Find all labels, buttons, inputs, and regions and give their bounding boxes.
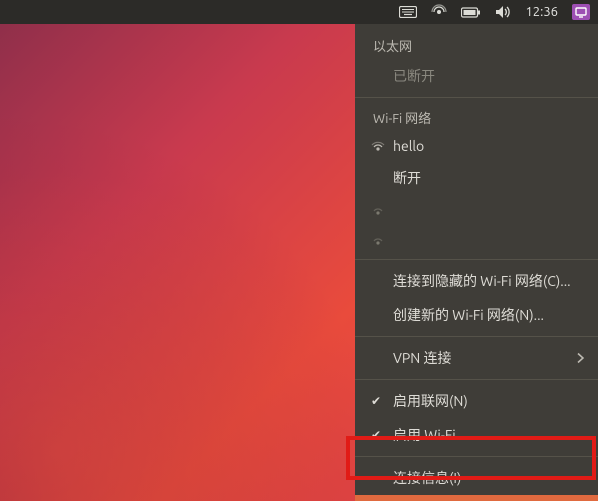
menu-separator	[355, 259, 598, 260]
network-icon[interactable]	[431, 4, 447, 20]
wifi-empty-2	[355, 225, 598, 255]
menu-separator	[355, 336, 598, 337]
wifi-network-hello[interactable]: hello	[355, 131, 598, 161]
connection-info[interactable]: 连接信息(I)	[355, 461, 598, 495]
menu-separator	[355, 97, 598, 98]
wifi-network-label: hello	[393, 138, 424, 154]
wifi-header: Wi-Fi 网络	[355, 102, 598, 131]
session-icon[interactable]	[572, 4, 590, 20]
menu-separator	[355, 456, 598, 457]
top-panel: 12:36	[0, 0, 598, 24]
menu-separator	[355, 379, 598, 380]
wifi-disconnect[interactable]: 断开	[355, 161, 598, 195]
network-menu: 以太网 已断开 Wi-Fi 网络 hello 断开 连接到隐藏的 Wi-Fi 网…	[355, 24, 598, 501]
create-new-wifi[interactable]: 创建新的 Wi-Fi 网络(N)...	[355, 298, 598, 332]
wifi-signal-icon	[371, 139, 385, 153]
wifi-empty-1	[355, 195, 598, 225]
volume-icon[interactable]	[495, 5, 511, 19]
clock[interactable]: 12:36	[525, 5, 558, 19]
vpn-label: VPN 连接	[393, 350, 451, 366]
chevron-right-icon	[577, 353, 584, 364]
connect-hidden-wifi[interactable]: 连接到隐藏的 Wi-Fi 网络(C)...	[355, 264, 598, 298]
wifi-signal-icon	[371, 203, 385, 217]
edit-connections[interactable]: 编辑连接...	[355, 495, 598, 501]
vpn-connections[interactable]: VPN 连接	[355, 341, 598, 375]
check-icon: ✔	[371, 394, 381, 408]
enable-wifi-label: 启用 Wi-Fi	[393, 427, 456, 443]
enable-networking-label: 启用联网(N)	[393, 393, 468, 409]
check-icon: ✔	[371, 428, 381, 442]
wifi-signal-icon	[371, 233, 385, 247]
keyboard-icon[interactable]	[399, 6, 417, 18]
battery-icon[interactable]	[461, 7, 481, 18]
enable-networking[interactable]: ✔ 启用联网(N)	[355, 384, 598, 418]
ethernet-header: 以太网	[355, 30, 598, 59]
enable-wifi[interactable]: ✔ 启用 Wi-Fi	[355, 418, 598, 452]
ethernet-disconnected: 已断开	[355, 59, 598, 93]
